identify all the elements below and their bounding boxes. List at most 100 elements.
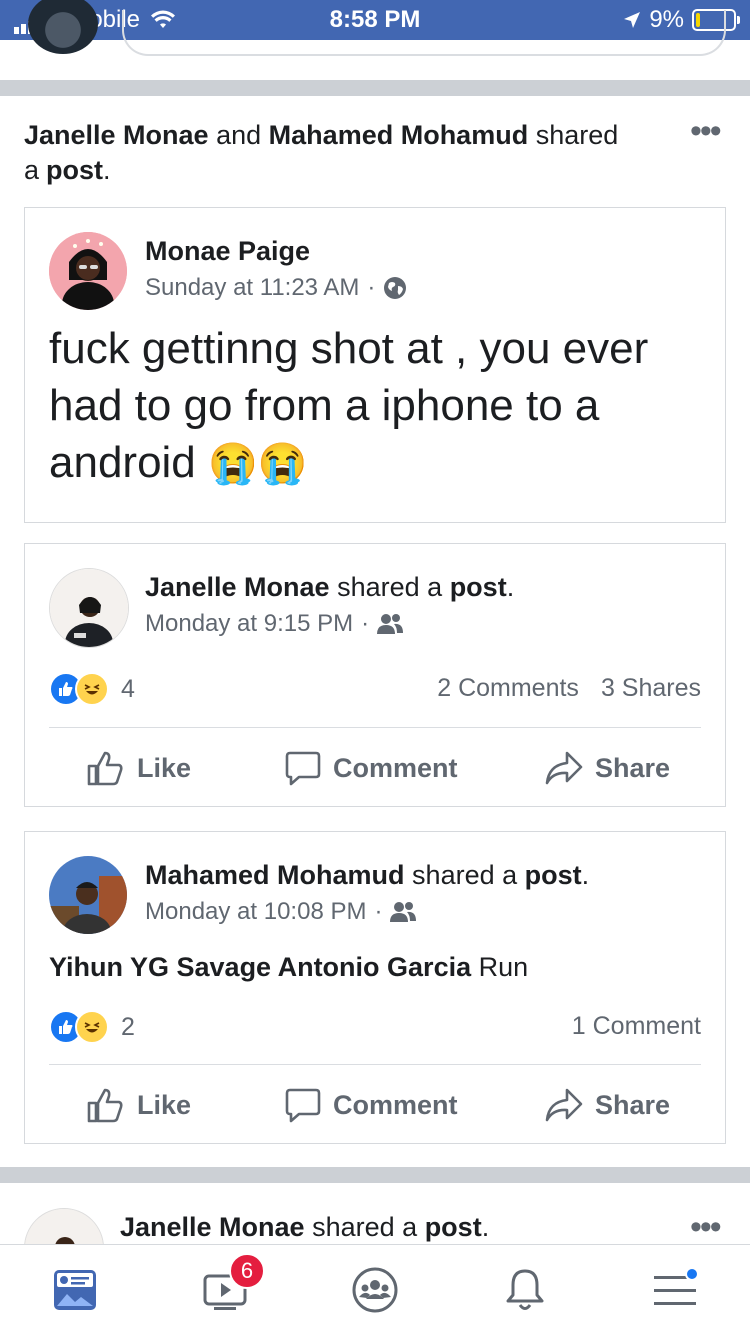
like-button[interactable]: Like — [87, 1087, 191, 1123]
news-feed-icon — [54, 1270, 96, 1310]
story-actor-link[interactable]: Janelle Monae — [24, 120, 209, 150]
share-message: Yihun YG Savage Antonio Garcia Run — [49, 952, 528, 983]
meta-separator: · — [367, 274, 376, 301]
reaction-count: 4 — [121, 674, 135, 703]
divider — [0, 40, 750, 80]
nav-watch[interactable]: 6 — [195, 1253, 265, 1315]
reactions-summary[interactable]: 4 — [49, 672, 135, 706]
share-arrow-icon — [545, 1088, 583, 1122]
engagement-counts: 1 Comment — [572, 1012, 701, 1041]
divider — [49, 727, 701, 728]
bell-icon — [506, 1269, 544, 1310]
feed-separator — [0, 80, 750, 96]
nav-groups[interactable] — [345, 1265, 405, 1315]
post-text-line: had to go from a iphone to a — [49, 381, 600, 430]
post-meta: Sunday at 11:23 AM · — [145, 274, 407, 302]
post-text-segment: android — [49, 438, 196, 487]
more-options-icon[interactable]: ••• — [690, 1208, 722, 1247]
story-text: a — [24, 155, 40, 185]
share-label: Share — [595, 752, 671, 783]
avatar[interactable] — [49, 568, 129, 648]
post-time[interactable]: Sunday at 11:23 AM — [145, 274, 359, 302]
menu-icon — [654, 1268, 698, 1305]
reactions-summary[interactable]: 2 — [49, 1010, 135, 1044]
meta-separator: · — [374, 898, 383, 925]
meta-separator: · — [361, 610, 370, 637]
haha-reaction-icon — [75, 672, 109, 706]
share-arrow-icon — [545, 751, 583, 785]
friends-icon — [390, 902, 417, 922]
avatar[interactable] — [49, 856, 127, 934]
tagged-people-link[interactable]: Yihun YG Savage Antonio Garcia — [49, 952, 471, 982]
share-card: Janelle Monae shared a post. Monday at 9… — [24, 543, 726, 807]
globe-icon — [384, 277, 407, 299]
story-header: Janelle Monae shared a post. — [120, 1212, 489, 1243]
friends-icon — [377, 614, 404, 634]
post-link[interactable]: post — [46, 155, 103, 185]
author-name[interactable]: Janelle Monae — [145, 572, 330, 602]
share-header: Mahamed Mohamud shared a post. — [145, 860, 589, 891]
author-name[interactable]: Mahamed Mohamud — [145, 860, 405, 890]
story-actor-link[interactable]: Mahamed Mohamud — [269, 120, 529, 150]
original-post-card[interactable]: Monae Paige Sunday at 11:23 AM · fuck ge… — [24, 207, 726, 523]
haha-reaction-icon — [75, 1010, 109, 1044]
nav-news-feed[interactable] — [45, 1265, 105, 1315]
comment-icon — [285, 751, 321, 786]
share-button[interactable]: Share — [545, 750, 670, 786]
comments-count[interactable]: 2 Comments — [437, 674, 579, 703]
comment-label: Comment — [333, 752, 458, 783]
reaction-count: 2 — [121, 1012, 135, 1041]
shares-count[interactable]: 3 Shares — [601, 674, 701, 703]
post-link[interactable]: post — [450, 572, 507, 602]
post-text-line: fuck gettinng shot at , you ever — [49, 324, 649, 373]
like-button[interactable]: Like — [87, 750, 191, 786]
like-label: Like — [137, 752, 192, 783]
story-text: shared a — [312, 1212, 418, 1242]
more-options-icon[interactable]: ••• — [690, 112, 722, 151]
author-name[interactable]: Janelle Monae — [120, 1212, 305, 1242]
share-text: shared a — [412, 860, 518, 890]
post-text: fuck gettinng shot at , you ever had to … — [49, 320, 709, 493]
avatar[interactable] — [49, 232, 127, 310]
comment-button[interactable]: Comment — [285, 750, 458, 786]
thumbs-up-icon — [87, 751, 123, 786]
feed-separator — [0, 1167, 750, 1183]
story-text: and — [216, 120, 262, 150]
crying-emoji: 😭😭 — [208, 442, 308, 486]
story-text: . — [103, 155, 111, 185]
share-card: Mahamed Mohamud shared a post. Monday at… — [24, 831, 726, 1144]
share-button[interactable]: Share — [545, 1087, 670, 1123]
post-link[interactable]: post — [525, 860, 582, 890]
groups-icon — [352, 1267, 398, 1313]
story-header: Janelle Monae and Mahamed Mohamud shared… — [24, 118, 664, 188]
post-time[interactable]: Monday at 10:08 PM — [145, 898, 366, 926]
story-text: . — [481, 1212, 490, 1242]
comment-icon — [285, 1088, 321, 1123]
share-text: . — [581, 860, 590, 890]
bottom-nav: 6 — [0, 1244, 750, 1335]
author-name[interactable]: Monae Paige — [145, 236, 310, 267]
comment-button[interactable]: Comment — [285, 1087, 458, 1123]
avatar-image — [49, 232, 127, 310]
post-meta: Monday at 9:15 PM · — [145, 610, 404, 638]
post-time[interactable]: Monday at 9:15 PM — [145, 610, 353, 638]
share-text: . — [506, 572, 515, 602]
story-text: shared — [535, 120, 619, 150]
avatar-image — [50, 569, 128, 647]
engagement-counts: 2 Comments 3 Shares — [437, 674, 701, 703]
share-label: Share — [595, 1089, 671, 1120]
post-text-line: android 😭😭 — [49, 434, 709, 493]
divider — [49, 1064, 701, 1065]
notification-badge: 6 — [229, 1253, 265, 1289]
comment-label: Comment — [333, 1089, 458, 1120]
share-text: shared a — [337, 572, 443, 602]
post-link[interactable]: post — [425, 1212, 482, 1242]
share-header: Janelle Monae shared a post. — [145, 572, 514, 603]
thumbs-up-icon — [87, 1088, 123, 1123]
nav-notifications[interactable] — [495, 1265, 555, 1315]
avatar-image — [49, 856, 127, 934]
comments-count[interactable]: 1 Comment — [572, 1012, 701, 1040]
post-meta: Monday at 10:08 PM · — [145, 898, 417, 926]
message-text: Run — [478, 952, 529, 982]
nav-menu[interactable] — [645, 1265, 705, 1315]
